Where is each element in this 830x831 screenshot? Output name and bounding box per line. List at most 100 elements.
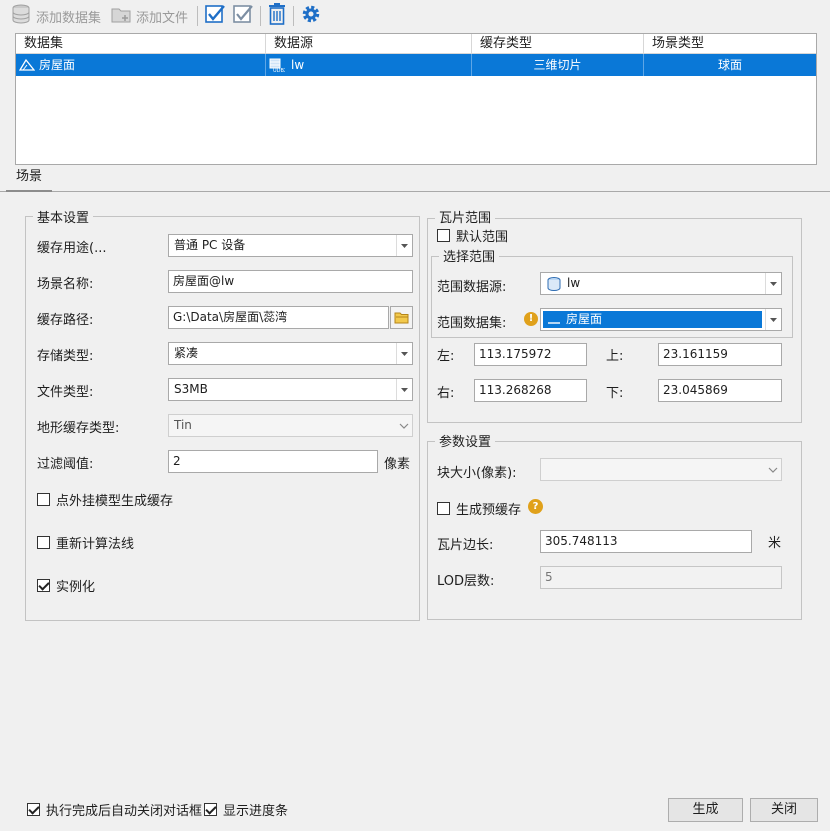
checkbox-box[interactable] bbox=[437, 502, 450, 515]
terrain-cache-select[interactable]: Tin bbox=[168, 414, 413, 437]
block-size-select[interactable] bbox=[540, 458, 782, 481]
cell-cache-type[interactable]: 三维切片 bbox=[472, 54, 644, 76]
dropdown-arrow-icon bbox=[396, 379, 412, 400]
range-datasource-select[interactable]: lw bbox=[540, 272, 782, 295]
gen-precache-checkbox[interactable]: 生成预缓存 bbox=[437, 499, 521, 518]
dropdown-arrow-icon bbox=[765, 309, 781, 330]
generate-button[interactable]: 生成 bbox=[668, 798, 743, 822]
default-range-checkbox[interactable]: 默认范围 bbox=[437, 226, 508, 245]
range-dataset-value: 房屋面 bbox=[566, 312, 603, 326]
tab-strip: 场景 bbox=[0, 166, 830, 192]
chevron-down-icon bbox=[396, 415, 412, 436]
instancing-checkbox[interactable]: 实例化 bbox=[37, 576, 95, 595]
dataset-grid[interactable]: 数据集 数据源 缓存类型 场景类型 房屋面 UDBX lw 三维切片 球面 bbox=[15, 33, 817, 165]
add-dataset-button[interactable]: 添加数据集 bbox=[10, 3, 101, 29]
right-input[interactable]: 113.268268 bbox=[474, 379, 587, 402]
range-dataset-select[interactable]: 房屋面 bbox=[540, 308, 782, 331]
cell-dataset: 房屋面 bbox=[16, 54, 266, 76]
dropdown-arrow-icon bbox=[396, 235, 412, 256]
column-header[interactable]: 数据源 bbox=[266, 34, 472, 53]
checkbox-box[interactable] bbox=[37, 493, 50, 506]
cache-usage-select[interactable]: 普通 PC 设备 bbox=[168, 234, 413, 257]
close-button[interactable]: 关闭 bbox=[750, 798, 818, 822]
chevron-down-icon bbox=[765, 459, 781, 480]
filter-threshold-label: 过滤阈值: bbox=[37, 457, 94, 472]
region-dataset-icon bbox=[547, 315, 561, 325]
toolbar: 添加数据集 添加文件 bbox=[0, 0, 830, 32]
udbx-datasource-icon: UDBX bbox=[269, 57, 285, 73]
cache-usage-value: 普通 PC 设备 bbox=[174, 238, 246, 252]
column-header[interactable]: 缓存类型 bbox=[472, 34, 644, 53]
udbx-datasource-icon bbox=[546, 276, 562, 292]
file-type-value: S3MB bbox=[174, 382, 208, 396]
point-model-label: 点外挂模型生成缓存 bbox=[56, 494, 174, 509]
instancing-label: 实例化 bbox=[56, 580, 96, 595]
block-size-label: 块大小(像素): bbox=[437, 466, 517, 481]
range-datasource-value: lw bbox=[567, 276, 581, 290]
column-header[interactable]: 场景类型 bbox=[644, 34, 816, 53]
settings-button[interactable] bbox=[299, 3, 323, 29]
lod-input[interactable]: 5 bbox=[540, 566, 782, 589]
browse-folder-button[interactable] bbox=[390, 306, 413, 329]
column-header[interactable]: 数据集 bbox=[16, 34, 266, 53]
cell-scene-type[interactable]: 球面 bbox=[644, 54, 816, 76]
add-dataset-label: 添加数据集 bbox=[36, 10, 102, 26]
top-input[interactable]: 23.161159 bbox=[658, 343, 782, 366]
storage-type-select[interactable]: 紧凑 bbox=[168, 342, 413, 365]
checkbox-box[interactable] bbox=[437, 229, 450, 242]
show-progress-checkbox[interactable]: 显示进度条 bbox=[204, 800, 288, 819]
cache-path-label: 缓存路径: bbox=[37, 313, 94, 328]
folder-icon bbox=[394, 311, 409, 324]
recalc-normal-label: 重新计算法线 bbox=[56, 537, 135, 552]
scene-name-label: 场景名称: bbox=[37, 277, 94, 292]
top-label: 上: bbox=[606, 349, 624, 364]
file-type-select[interactable]: S3MB bbox=[168, 378, 413, 401]
auto-close-checkbox[interactable]: 执行完成后自动关闭对话框 bbox=[27, 800, 202, 819]
dataset-name: 房屋面 bbox=[39, 58, 76, 72]
dropdown-arrow-icon bbox=[765, 273, 781, 294]
tile-range-title: 瓦片范围 bbox=[435, 207, 496, 226]
table-row[interactable]: 房屋面 UDBX lw 三维切片 球面 bbox=[16, 54, 816, 76]
gen-precache-label: 生成预缓存 bbox=[456, 503, 522, 518]
cache-usage-label: 缓存用途(... bbox=[37, 241, 107, 256]
trash-icon bbox=[266, 2, 288, 30]
checkbox-box-checked[interactable] bbox=[27, 803, 40, 816]
invert-select-icon bbox=[231, 2, 255, 30]
add-file-icon bbox=[110, 3, 132, 29]
range-dataset-label: 范围数据集: bbox=[437, 316, 507, 331]
param-settings-title: 参数设置 bbox=[435, 431, 496, 450]
tab-scene[interactable]: 场景 bbox=[6, 166, 53, 192]
checkbox-box[interactable] bbox=[37, 536, 50, 549]
add-file-button[interactable]: 添加文件 bbox=[110, 3, 188, 29]
select-range-title: 选择范围 bbox=[439, 246, 500, 265]
cell-datasource: UDBX lw bbox=[266, 54, 472, 76]
tile-edge-input[interactable]: 305.748113 bbox=[540, 530, 752, 553]
storage-type-value: 紧凑 bbox=[174, 346, 199, 360]
database-icon bbox=[10, 3, 32, 29]
file-type-label: 文件类型: bbox=[37, 385, 94, 400]
grid-header: 数据集 数据源 缓存类型 场景类型 bbox=[16, 34, 816, 54]
point-model-checkbox[interactable]: 点外挂模型生成缓存 bbox=[37, 490, 173, 509]
filter-unit: 像素 bbox=[384, 457, 411, 472]
gear-icon bbox=[299, 2, 323, 30]
left-input[interactable]: 113.175972 bbox=[474, 343, 587, 366]
select-all-button[interactable] bbox=[203, 3, 227, 29]
left-label: 左: bbox=[437, 349, 455, 364]
invert-select-button[interactable] bbox=[231, 3, 255, 29]
recalc-normal-checkbox[interactable]: 重新计算法线 bbox=[37, 533, 134, 552]
delete-button[interactable] bbox=[266, 3, 288, 29]
cache-path-input[interactable]: G:\Data\房屋面\蕊湾 bbox=[168, 306, 389, 329]
svg-text:UDBX: UDBX bbox=[273, 68, 285, 73]
add-file-label: 添加文件 bbox=[136, 10, 189, 26]
checkbox-box-checked[interactable] bbox=[204, 803, 217, 816]
bottom-input[interactable]: 23.045869 bbox=[658, 379, 782, 402]
default-range-label: 默认范围 bbox=[456, 230, 509, 245]
select-all-icon bbox=[203, 2, 227, 30]
filter-threshold-input[interactable]: 2 bbox=[168, 450, 378, 473]
datasource-name: lw bbox=[291, 58, 305, 72]
tile-edge-label: 瓦片边长: bbox=[437, 538, 494, 553]
help-icon[interactable]: ? bbox=[528, 499, 543, 514]
scene-name-input[interactable]: 房屋面@lw bbox=[168, 270, 413, 293]
checkbox-box-checked[interactable] bbox=[37, 579, 50, 592]
toolbar-separator bbox=[197, 6, 198, 26]
